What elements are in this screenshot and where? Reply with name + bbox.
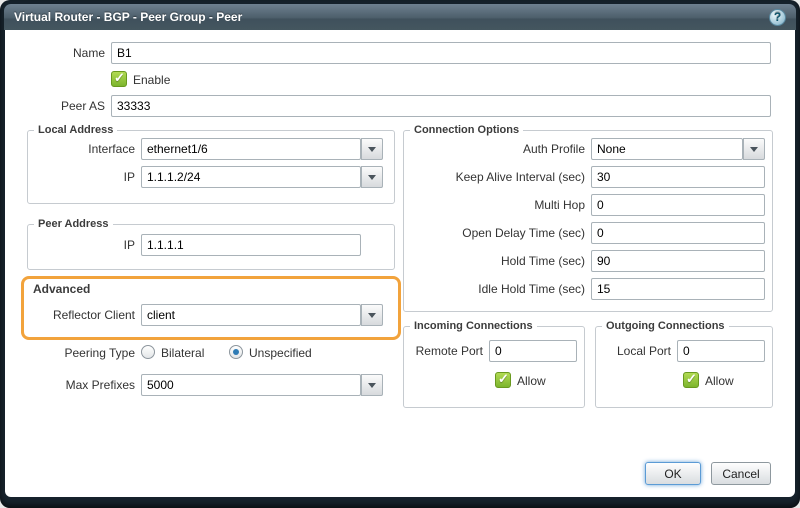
multi-hop-label: Multi Hop [405, 198, 585, 212]
remote-port-label: Remote Port [405, 344, 483, 358]
enable-label: Enable [133, 73, 170, 87]
local-address-legend: Local Address [34, 124, 117, 136]
dialog-frame: Virtual Router - BGP - Peer Group - Peer… [0, 0, 800, 508]
incoming-connections-legend: Incoming Connections [410, 320, 537, 332]
local-ip-select[interactable] [141, 166, 361, 188]
incoming-allow-checkbox[interactable] [495, 372, 511, 388]
peering-type-label: Peering Type [5, 346, 135, 360]
name-input[interactable] [111, 42, 771, 64]
peer-as-label: Peer AS [5, 99, 105, 113]
auth-profile-label: Auth Profile [405, 142, 585, 156]
auth-profile-dropdown-button[interactable] [743, 138, 765, 160]
max-prefixes-label: Max Prefixes [5, 378, 135, 392]
cancel-button[interactable]: Cancel [711, 462, 771, 485]
dialog-body: Name Enable Peer AS Local Address Interf… [5, 30, 795, 497]
local-ip-dropdown-button[interactable] [361, 166, 383, 188]
peer-ip-label: IP [5, 238, 135, 252]
advanced-section-title: Advanced [33, 282, 90, 296]
enable-checkbox[interactable] [111, 71, 127, 87]
interface-select[interactable] [141, 138, 361, 160]
keep-alive-input[interactable] [591, 166, 765, 188]
local-port-label: Local Port [595, 344, 671, 358]
help-icon[interactable]: ? [769, 9, 786, 26]
chevron-down-icon [368, 313, 376, 318]
outgoing-allow-label: Allow [705, 374, 734, 388]
keep-alive-label: Keep Alive Interval (sec) [405, 170, 585, 184]
reflector-client-select[interactable] [141, 304, 361, 326]
outgoing-connections-legend: Outgoing Connections [602, 320, 729, 332]
local-address-fieldset: Local Address [27, 124, 395, 204]
outgoing-allow-checkbox[interactable] [683, 372, 699, 388]
outgoing-connections-fieldset: Outgoing Connections [595, 320, 773, 408]
local-port-input[interactable] [677, 340, 765, 362]
idle-hold-input[interactable] [591, 278, 765, 300]
dialog-title: Virtual Router - BGP - Peer Group - Peer [14, 10, 242, 24]
open-delay-label: Open Delay Time (sec) [405, 226, 585, 240]
peering-type-unspecified-label: Unspecified [249, 346, 312, 360]
reflector-client-dropdown-button[interactable] [361, 304, 383, 326]
auth-profile-select[interactable] [591, 138, 743, 160]
reflector-client-label: Reflector Client [5, 308, 135, 322]
idle-hold-label: Idle Hold Time (sec) [405, 282, 585, 296]
chevron-down-icon [368, 175, 376, 180]
local-ip-label: IP [5, 170, 135, 184]
chevron-down-icon [368, 147, 376, 152]
interface-label: Interface [5, 142, 135, 156]
max-prefixes-dropdown-button[interactable] [361, 374, 383, 396]
max-prefixes-select[interactable] [141, 374, 361, 396]
chevron-down-icon [750, 147, 758, 152]
peering-type-bilateral-label: Bilateral [161, 346, 204, 360]
hold-time-label: Hold Time (sec) [405, 254, 585, 268]
name-label: Name [5, 46, 105, 60]
remote-port-input[interactable] [489, 340, 577, 362]
multi-hop-input[interactable] [591, 194, 765, 216]
peering-type-bilateral-radio[interactable] [141, 345, 155, 359]
hold-time-input[interactable] [591, 250, 765, 272]
interface-dropdown-button[interactable] [361, 138, 383, 160]
connection-options-legend: Connection Options [410, 124, 523, 136]
ok-button[interactable]: OK [645, 462, 701, 485]
peer-as-input[interactable] [111, 95, 771, 117]
peering-type-unspecified-radio[interactable] [229, 345, 243, 359]
incoming-allow-label: Allow [517, 374, 546, 388]
dialog-titlebar: Virtual Router - BGP - Peer Group - Peer… [4, 4, 796, 30]
peer-ip-input[interactable] [141, 234, 361, 256]
open-delay-input[interactable] [591, 222, 765, 244]
chevron-down-icon [368, 383, 376, 388]
incoming-connections-fieldset: Incoming Connections [403, 320, 585, 408]
peer-address-legend: Peer Address [34, 218, 113, 230]
